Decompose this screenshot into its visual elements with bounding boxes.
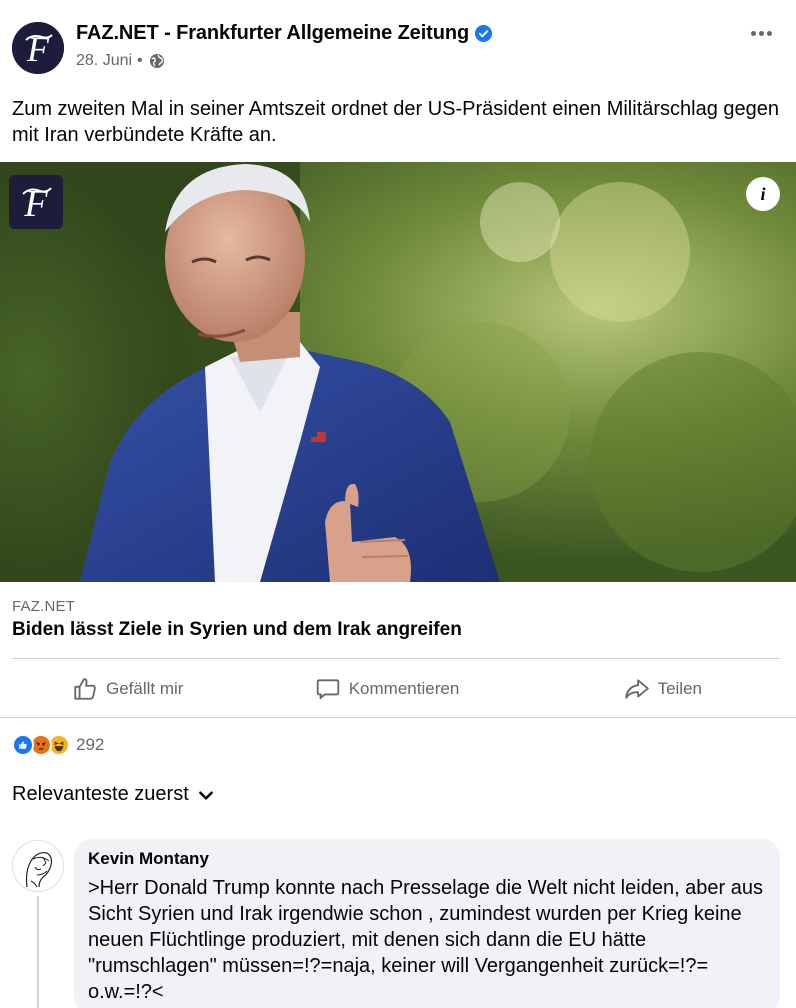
meta-separator: • bbox=[137, 52, 143, 69]
link-title[interactable]: Biden lässt Ziele in Syrien und dem Irak… bbox=[12, 619, 462, 641]
comment-author[interactable]: Kevin Montany bbox=[88, 849, 766, 869]
post-meta: 28. Juni • bbox=[76, 52, 165, 70]
divider bbox=[12, 658, 780, 659]
reaction-summary[interactable]: 292 bbox=[12, 733, 104, 757]
page-name-text[interactable]: FAZ.NET - Frankfurter Allgemeine Zeitung bbox=[76, 22, 469, 45]
chevron-down-icon bbox=[198, 791, 213, 800]
post-header: F FAZ.NET - Frankfurter Allgemeine Zeitu… bbox=[0, 0, 796, 90]
share-label: Teilen bbox=[657, 679, 702, 698]
divider bbox=[0, 717, 796, 718]
more-horizontal-icon bbox=[750, 30, 756, 36]
comment-bubble: Kevin Montany >Herr Donald Trump konnte … bbox=[74, 839, 780, 1008]
comment-icon bbox=[316, 679, 339, 700]
faz-logo-icon: F bbox=[9, 175, 63, 229]
share-button[interactable]: Teilen bbox=[492, 660, 796, 718]
post-text: Zum zweiten Mal in seiner Amtszeit ordne… bbox=[12, 98, 780, 146]
faz-watermark-logo: F bbox=[9, 175, 63, 229]
action-bar: Gefällt mir Kommentieren Teilen bbox=[0, 660, 796, 718]
svg-text:F: F bbox=[26, 29, 50, 69]
like-label: Gefällt mir bbox=[106, 679, 184, 698]
link-domain: FAZ.NET bbox=[12, 598, 76, 615]
sketch-portrait-icon bbox=[13, 841, 63, 891]
faz-logo-icon: F bbox=[12, 22, 64, 74]
commenter-avatar[interactable] bbox=[12, 840, 64, 892]
page-name[interactable]: FAZ.NET - Frankfurter Allgemeine Zeitung bbox=[76, 22, 493, 45]
more-options-button[interactable] bbox=[746, 22, 776, 44]
comment-label: Kommentieren bbox=[348, 679, 460, 698]
comment-text: >Herr Donald Trump konnte nach Presselag… bbox=[88, 877, 764, 1003]
page-avatar[interactable]: F bbox=[12, 22, 64, 74]
thread-line bbox=[37, 896, 39, 1008]
thumbs-up-icon bbox=[74, 678, 96, 700]
reaction-count: 292 bbox=[76, 735, 105, 754]
comment-sort-dropdown[interactable]: Relevanteste zuerst bbox=[12, 783, 215, 806]
like-reaction-icon bbox=[12, 734, 34, 756]
post-date[interactable]: 28. Juni bbox=[76, 52, 132, 70]
article-photo bbox=[0, 162, 796, 582]
like-button[interactable]: Gefällt mir bbox=[0, 660, 282, 718]
link-preview[interactable]: FAZ.NET Biden lässt Ziele in Syrien und … bbox=[0, 582, 796, 658]
info-icon[interactable]: i bbox=[746, 177, 780, 211]
sort-label: Relevanteste zuerst bbox=[12, 783, 189, 805]
globe-icon bbox=[149, 54, 164, 68]
link-preview-image[interactable]: F i bbox=[0, 162, 796, 582]
share-icon bbox=[624, 679, 649, 699]
comment-button[interactable]: Kommentieren bbox=[282, 660, 492, 718]
verified-badge-icon bbox=[475, 25, 493, 42]
